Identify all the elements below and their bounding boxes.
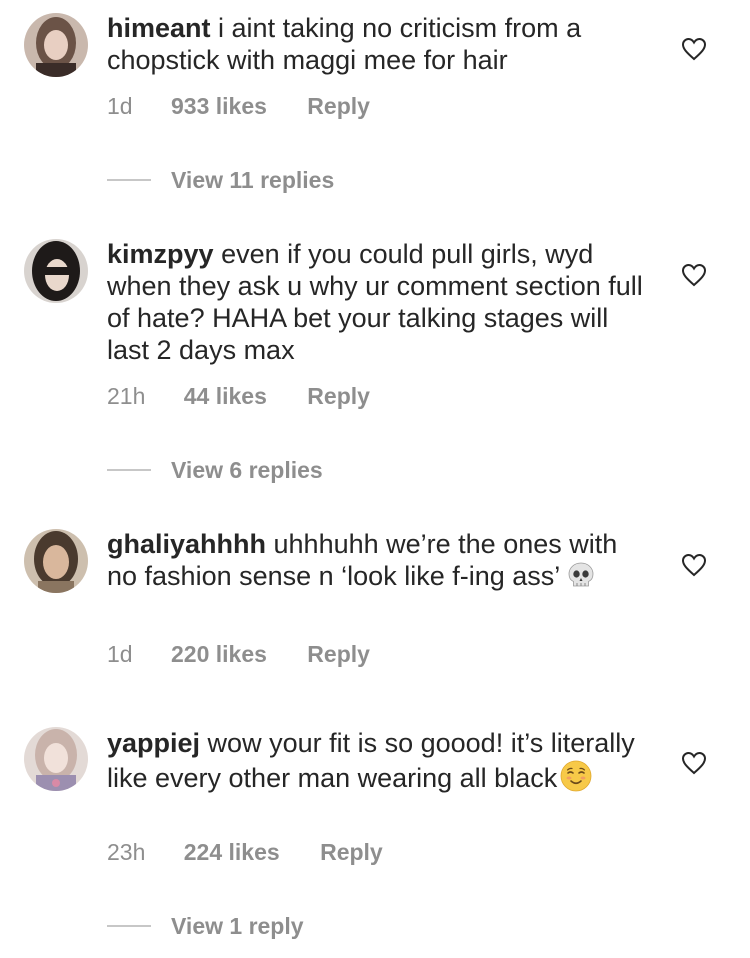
comment-likes[interactable]: 220 likes xyxy=(171,641,267,668)
comment-meta: 1d 220 likes Reply xyxy=(107,641,370,668)
heart-outline-icon[interactable] xyxy=(681,553,707,577)
comment-time: 1d xyxy=(107,93,133,119)
comment-username[interactable]: ghaliyahhhh xyxy=(107,529,266,559)
view-replies-button[interactable]: View 1 reply xyxy=(107,911,304,941)
comment-likes[interactable]: 933 likes xyxy=(171,93,267,120)
reply-button[interactable]: Reply xyxy=(307,641,370,668)
comment-time: 1d xyxy=(107,641,133,667)
heart-outline-icon[interactable] xyxy=(681,751,707,775)
avatar[interactable] xyxy=(24,529,88,593)
view-replies-button[interactable]: View 6 replies xyxy=(107,455,323,485)
comment-likes[interactable]: 224 likes xyxy=(184,839,280,866)
avatar[interactable] xyxy=(24,13,88,77)
avatar[interactable] xyxy=(24,239,88,303)
heart-outline-icon[interactable] xyxy=(681,263,707,287)
view-replies-label[interactable]: View 6 replies xyxy=(171,457,323,484)
comment-username[interactable]: yappiej xyxy=(107,728,200,758)
view-replies-button[interactable]: View 11 replies xyxy=(107,165,334,195)
comment-text: yappiej wow your fit is so goood! it’s l… xyxy=(107,727,652,794)
comment-text: ghaliyahhhh uhhhuhh we’re the ones with … xyxy=(107,528,652,592)
comment-meta: 21h 44 likes Reply xyxy=(107,383,370,410)
comment-likes[interactable]: 44 likes xyxy=(184,383,267,410)
avatar[interactable] xyxy=(24,727,88,791)
comment-time: 23h xyxy=(107,839,146,865)
comment-username[interactable]: himeant xyxy=(107,13,211,43)
comment-meta: 1d 933 likes Reply xyxy=(107,93,370,120)
reply-button[interactable]: Reply xyxy=(307,383,370,410)
view-replies-label[interactable]: View 1 reply xyxy=(171,913,304,940)
divider xyxy=(107,469,151,471)
comment-time: 21h xyxy=(107,383,146,409)
comment-meta: 23h 224 likes Reply xyxy=(107,839,383,866)
skull-emoji-icon xyxy=(568,562,594,587)
divider xyxy=(107,925,151,927)
comment-text: himeant i aint taking no criticism from … xyxy=(107,12,652,76)
comment-username[interactable]: kimzpyy xyxy=(107,239,214,269)
comment-text: kimzpyy even if you could pull girls, wy… xyxy=(107,238,652,366)
heart-outline-icon[interactable] xyxy=(681,37,707,61)
reply-button[interactable]: Reply xyxy=(320,839,383,866)
relieved-face-emoji-icon xyxy=(560,760,592,792)
view-replies-label[interactable]: View 11 replies xyxy=(171,167,334,194)
divider xyxy=(107,179,151,181)
reply-button[interactable]: Reply xyxy=(307,93,370,120)
